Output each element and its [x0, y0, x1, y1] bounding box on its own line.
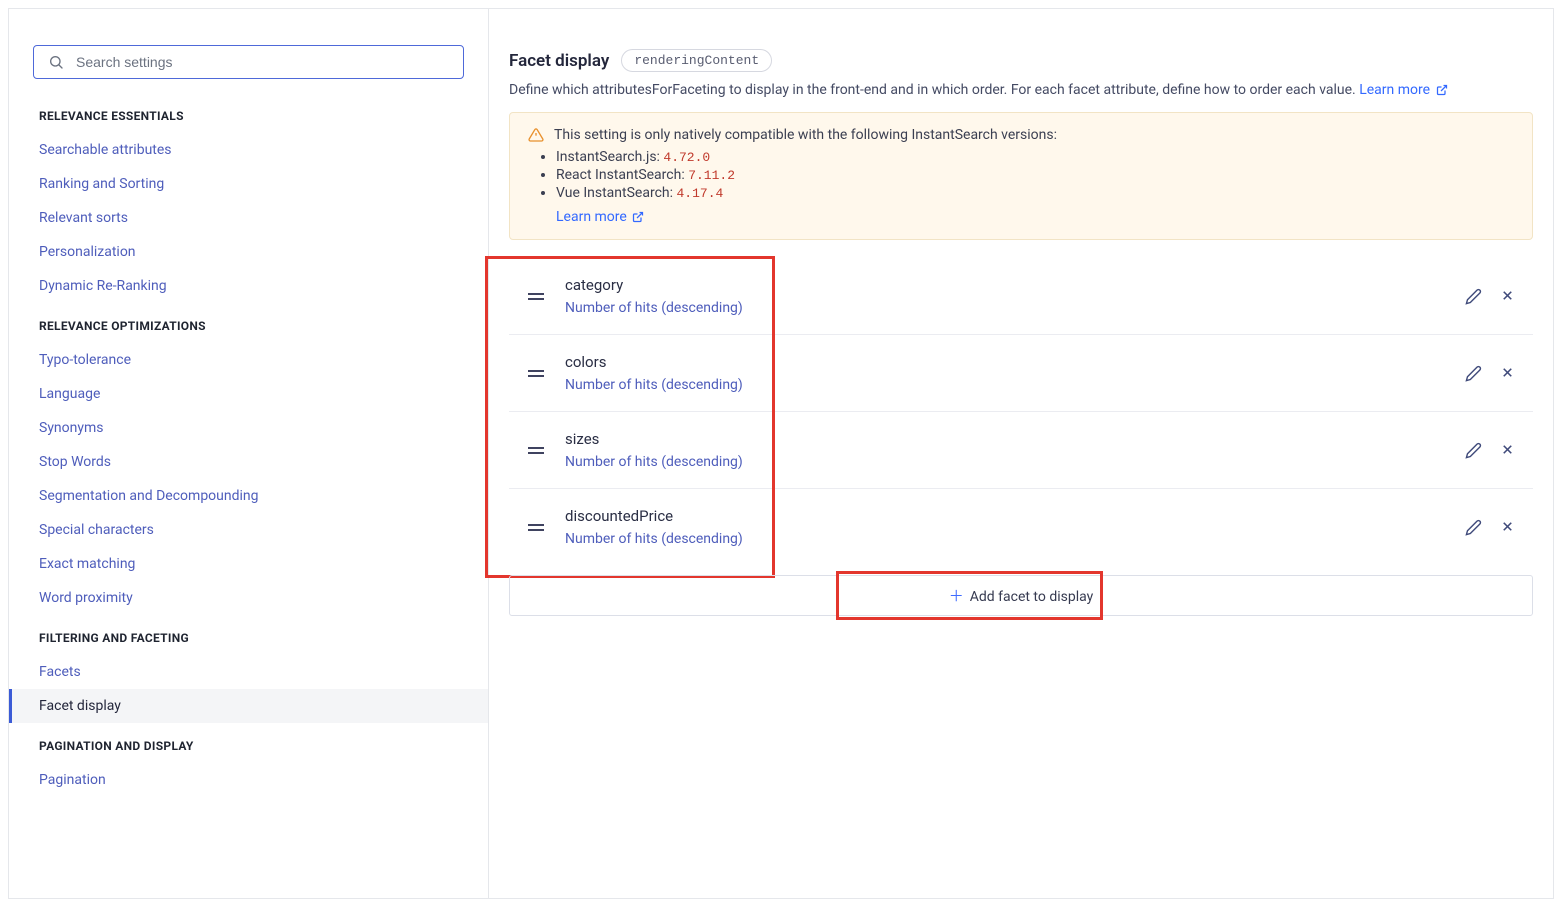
facet-sort-label: Number of hits (descending)	[565, 300, 1465, 316]
edit-icon[interactable]	[1465, 519, 1482, 536]
sidebar-item[interactable]: Facet display	[9, 689, 488, 723]
search-settings-wrapper[interactable]	[33, 45, 464, 79]
sidebar-item[interactable]: Personalization	[33, 235, 464, 269]
compat-lib-item: Vue InstantSearch: 4.17.4	[556, 185, 1514, 201]
plus-icon: ＋	[949, 587, 964, 605]
sidebar-item[interactable]: Dynamic Re-Ranking	[33, 269, 464, 303]
drag-handle-icon[interactable]	[523, 368, 549, 378]
facet-name: category	[565, 276, 1465, 294]
sidebar-item[interactable]: Pagination	[33, 763, 464, 797]
edit-icon[interactable]	[1465, 442, 1482, 459]
close-icon[interactable]	[1500, 288, 1515, 305]
facet-row: category Number of hits (descending)	[509, 258, 1533, 335]
close-icon[interactable]	[1500, 442, 1515, 459]
warning-learn-more-link[interactable]: Learn more	[556, 209, 644, 225]
facet-name: discountedPrice	[565, 507, 1465, 525]
drag-handle-icon[interactable]	[523, 291, 549, 301]
section-heading: RELEVANCE OPTIMIZATIONS	[33, 319, 464, 333]
sidebar-item[interactable]: Relevant sorts	[33, 201, 464, 235]
facet-sort-label: Number of hits (descending)	[565, 377, 1465, 393]
facet-list: category Number of hits (descending) col…	[509, 258, 1533, 565]
facet-row: sizes Number of hits (descending)	[509, 412, 1533, 489]
page-description: Define which attributesForFaceting to di…	[509, 82, 1533, 98]
close-icon[interactable]	[1500, 365, 1515, 382]
edit-icon[interactable]	[1465, 288, 1482, 305]
sidebar-item[interactable]: Searchable attributes	[33, 133, 464, 167]
sidebar-item[interactable]: Word proximity	[33, 581, 464, 615]
page-title: Facet display	[509, 51, 609, 71]
compat-lib-item: InstantSearch.js: 4.72.0	[556, 149, 1514, 165]
settings-sidebar: RELEVANCE ESSENTIALS Searchable attribute…	[9, 9, 489, 898]
sidebar-item[interactable]: Language	[33, 377, 464, 411]
external-link-icon	[632, 211, 644, 223]
external-link-icon	[1436, 84, 1448, 96]
edit-icon[interactable]	[1465, 365, 1482, 382]
section-heading: RELEVANCE ESSENTIALS	[33, 109, 464, 123]
facet-sort-label: Number of hits (descending)	[565, 531, 1465, 547]
main-panel: Facet display renderingContent Define wh…	[489, 9, 1553, 898]
facet-row: discountedPrice Number of hits (descendi…	[509, 489, 1533, 565]
sidebar-nav: RELEVANCE ESSENTIALS Searchable attribute…	[33, 109, 464, 797]
facet-sort-label: Number of hits (descending)	[565, 454, 1465, 470]
sidebar-item[interactable]: Ranking and Sorting	[33, 167, 464, 201]
search-input[interactable]	[76, 54, 449, 70]
warning-icon	[528, 127, 544, 143]
facet-row: colors Number of hits (descending)	[509, 335, 1533, 412]
sidebar-item[interactable]: Segmentation and Decompounding	[33, 479, 464, 513]
close-icon[interactable]	[1500, 519, 1515, 536]
facet-name: colors	[565, 353, 1465, 371]
drag-handle-icon[interactable]	[523, 522, 549, 532]
setting-code-name: renderingContent	[621, 49, 772, 72]
sidebar-item[interactable]: Typo-tolerance	[33, 343, 464, 377]
add-facet-button[interactable]: ＋Add facet to display	[509, 575, 1533, 616]
compat-lib-item: React InstantSearch: 7.11.2	[556, 167, 1514, 183]
section-heading: FILTERING AND FACETING	[33, 631, 464, 645]
sidebar-item[interactable]: Stop Words	[33, 445, 464, 479]
facet-name: sizes	[565, 430, 1465, 448]
search-icon	[48, 54, 64, 70]
sidebar-item[interactable]: Synonyms	[33, 411, 464, 445]
drag-handle-icon[interactable]	[523, 445, 549, 455]
section-heading: PAGINATION AND DISPLAY	[33, 739, 464, 753]
learn-more-link[interactable]: Learn more	[1359, 82, 1447, 98]
sidebar-item[interactable]: Exact matching	[33, 547, 464, 581]
sidebar-item[interactable]: Facets	[33, 655, 464, 689]
sidebar-item[interactable]: Special characters	[33, 513, 464, 547]
warning-intro: This setting is only natively compatible…	[554, 127, 1057, 143]
compatibility-warning: This setting is only natively compatible…	[509, 112, 1533, 240]
